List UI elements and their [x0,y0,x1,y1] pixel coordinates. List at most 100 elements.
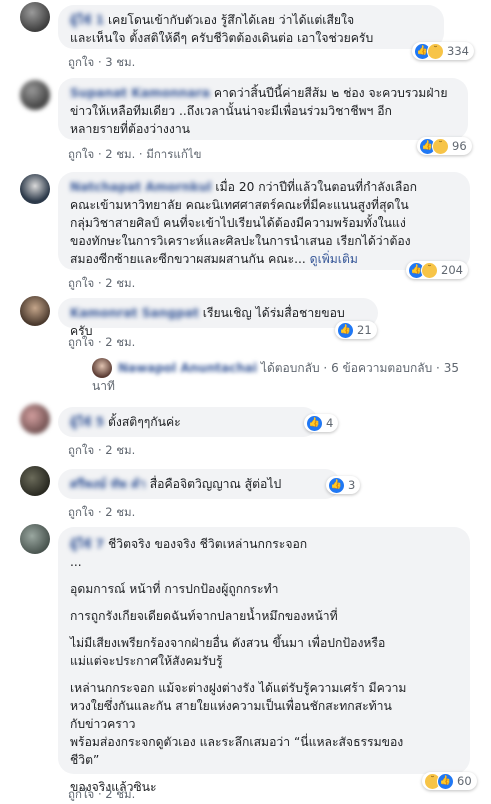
avatar[interactable] [20,404,50,434]
separator-dot: · [138,147,143,161]
like-link[interactable]: ถูกใจ [68,55,94,69]
separator-dot: · [97,147,102,161]
reaction-count: 21 [357,323,372,337]
separator-dot: · [436,361,440,375]
reaction-summary[interactable]: ˘ 👍 60 [422,772,477,790]
comment-text-line: ข่าวให้เหลือทีมเดียว ..ถึงเวลานั้นน่าจะม… [70,104,392,118]
comment-text-line: ตั้งสติๆๆกันค่ะ [107,415,181,429]
comment-meta: ถูกใจ · 2 ชม. [68,786,135,804]
comment-paragraph: หวงใยซึ่งกันและกัน สายใยแห่งความเป็นเพื่… [70,699,392,713]
commenter-name[interactable]: Supanat Kamonnara [70,86,210,100]
comment-paragraph: ชีวิต” [70,753,100,767]
reply-time-unit-text: นาที [92,379,115,393]
reaction-summary[interactable]: 👍 4 [304,414,339,432]
reaction-summary[interactable]: 👍 21 [335,321,377,339]
like-link[interactable]: ถูกใจ [68,443,94,457]
comment-text-line: สื่อคือจิตวิญญาณ สู้ต่อไป [149,477,282,491]
avatar[interactable] [20,174,50,204]
reaction-summary[interactable]: 👍 ˘ 204 [406,261,468,279]
comment-time[interactable]: 3 ชม. [105,55,135,69]
comment-meta: ถูกใจ · 2 ชม. · มีการแก้ไข [68,146,201,164]
separator-dot: · [97,276,102,290]
comment-bubble: ผู้ใช้ 5 ตั้งสติๆๆกันค่ะ [58,407,318,437]
like-reaction-icon: 👍 [306,414,323,432]
commenter-name[interactable]: ศรีพงษ์ ทัพ คำ [70,477,146,491]
avatar[interactable] [20,524,50,554]
separator-dot: · [97,787,102,801]
comment-bubble: Natchapat Amornkul เมื่อ 20 กว่าปีที่แล้… [58,172,470,270]
reaction-count: 204 [441,263,463,277]
avatar[interactable] [20,296,50,326]
avatar[interactable] [20,80,50,110]
sad-reaction-icon: ˘ [427,42,444,60]
comment-bubble: ศรีพงษ์ ทัพ คำ สื่อคือจิตวิญญาณ สู้ต่อไป [58,469,340,499]
comment-paragraph: อุดมการณ์ หน้าที่ การปกป้องผู้ถูกกระทำ [70,582,279,596]
reply-count-link[interactable]: 6 ข้อความตอบกลับ [331,361,432,375]
reaction-count: 60 [457,774,472,788]
comment-text-line: ของทักษะในการวิเคราะห์และศิลปะในการนำเสน… [70,234,411,248]
comment-paragraph: แม่แต่จะประกาศให้สังคมรับรู้ [70,654,223,668]
commenter-name[interactable]: Natchapat Amornkul [70,180,212,194]
like-reaction-icon: 👍 [328,476,345,494]
like-link[interactable]: ถูกใจ [68,505,94,519]
comment-bubble: ผู้ใช้ 7 ชีวิตจริง ของจริง ชีวิตเหล่านกก… [58,527,470,794]
comment-time[interactable]: 2 ชม. [105,787,135,801]
like-reaction-icon: 👍 [437,772,454,790]
reaction-count: 4 [326,416,334,430]
reply-time: 35 [443,361,459,375]
sad-reaction-icon: ˘ [421,261,438,279]
commenter-name[interactable]: ผู้ใช้ 7 [70,537,104,551]
reaction-count: 3 [348,478,356,492]
comment-meta: ถูกใจ · 3 ชม. [68,54,135,72]
like-link[interactable]: ถูกใจ [68,335,94,349]
comment-paragraph: พร้อมส่องกระจกดูตัวเอง และระลึกเสมอว่า “… [70,735,404,749]
reaction-summary[interactable]: 👍 ˘ 334 [412,42,474,60]
comment-time[interactable]: 2 ชม. [105,276,135,290]
reaction-count: 96 [452,139,467,153]
avatar[interactable] [20,466,50,496]
comment-text-line: เคยโดนเข้ากับตัวเอง รู้สึกได้เลย ว่าได้แ… [107,13,355,27]
separator-dot: · [97,335,102,349]
comment-meta: ถูกใจ · 2 ชม. [68,334,135,352]
like-reaction-icon: 👍 [337,321,354,339]
commenter-name[interactable]: Kamonrat Sangpat [70,306,199,320]
commenter-name[interactable]: ผู้ใช้ 1 [70,13,104,27]
comment-time[interactable]: 2 ชม. [105,147,135,161]
comment-paragraph: เหล่านกกระจอก แม้จะต่างฝูงต่างรัง ได้แต่… [70,681,407,695]
reply-summary[interactable]: Nawapol Anuntachai ได้ตอบกลับ · 6 ข้อควา… [118,359,488,378]
comment-bubble: Supanat Kamonnara คาดว่าสิ้นปีนี้ค่ายสีส… [58,78,468,140]
commenter-name[interactable]: ผู้ใช้ 5 [70,415,104,429]
comment-text-line: เมื่อ 20 กว่าปีที่แล้วในตอนที่กำลังเลือก [215,180,418,194]
comment-first-line: ชีวิตจริง ของจริง ชีวิตเหล่านกกระจอก [107,537,308,551]
comment-time[interactable]: 2 ชม. [105,505,135,519]
reaction-summary[interactable]: 👍 ˘ 96 [417,137,472,155]
edited-label[interactable]: มีการแก้ไข [146,147,201,161]
sad-reaction-icon: ˘ [432,137,449,155]
like-link[interactable]: ถูกใจ [68,276,94,290]
reaction-count: 334 [447,44,469,58]
comment-paragraph: กับข่าวคราว [70,717,136,731]
reply-time-unit: นาที [92,377,115,396]
comment-paragraph: การถูกรังเกียจเดียดฉันท์จากปลายน้ำหมึกขอ… [70,609,338,623]
separator-dot: · [323,361,328,375]
see-more-link[interactable]: ดูเพิ่มเติม [310,252,358,266]
comment-time[interactable]: 2 ชม. [105,443,135,457]
separator-dot: · [97,505,102,519]
comment-text-line: คณะเข้ามหาวิทยาลัย คณะนิเทศศาสตร์คณะที่ม… [70,198,409,212]
comment-paragraph: ไม่มีเสียงเพรียกร้องจากฝ่ายอื่น ดังสวน ข… [70,636,386,650]
reply-avatar[interactable] [92,358,112,378]
separator-dot: · [97,55,102,69]
like-link[interactable]: ถูกใจ [68,147,94,161]
comment-paragraph: ... [70,555,82,569]
comment-meta: ถูกใจ · 2 ชม. [68,504,135,522]
comment-time[interactable]: 2 ชม. [105,335,135,349]
comment-meta: ถูกใจ · 2 ชม. [68,275,135,293]
avatar[interactable] [20,2,50,32]
comment-bubble: Kamonrat Sangpat เรียนเชิญ ได้ร่มสื่อชาย… [58,298,378,338]
separator-dot: · [97,443,102,457]
replier-name[interactable]: Nawapol Anuntachai [118,361,257,375]
reaction-summary[interactable]: 👍 3 [326,476,361,494]
like-link[interactable]: ถูกใจ [68,787,94,801]
comment-text-line: กลุ่มวิชาสายศิลป์ คนที่จะเข้าไปเรียนได้ต… [70,216,406,230]
comment-meta: ถูกใจ · 2 ชม. [68,442,135,460]
